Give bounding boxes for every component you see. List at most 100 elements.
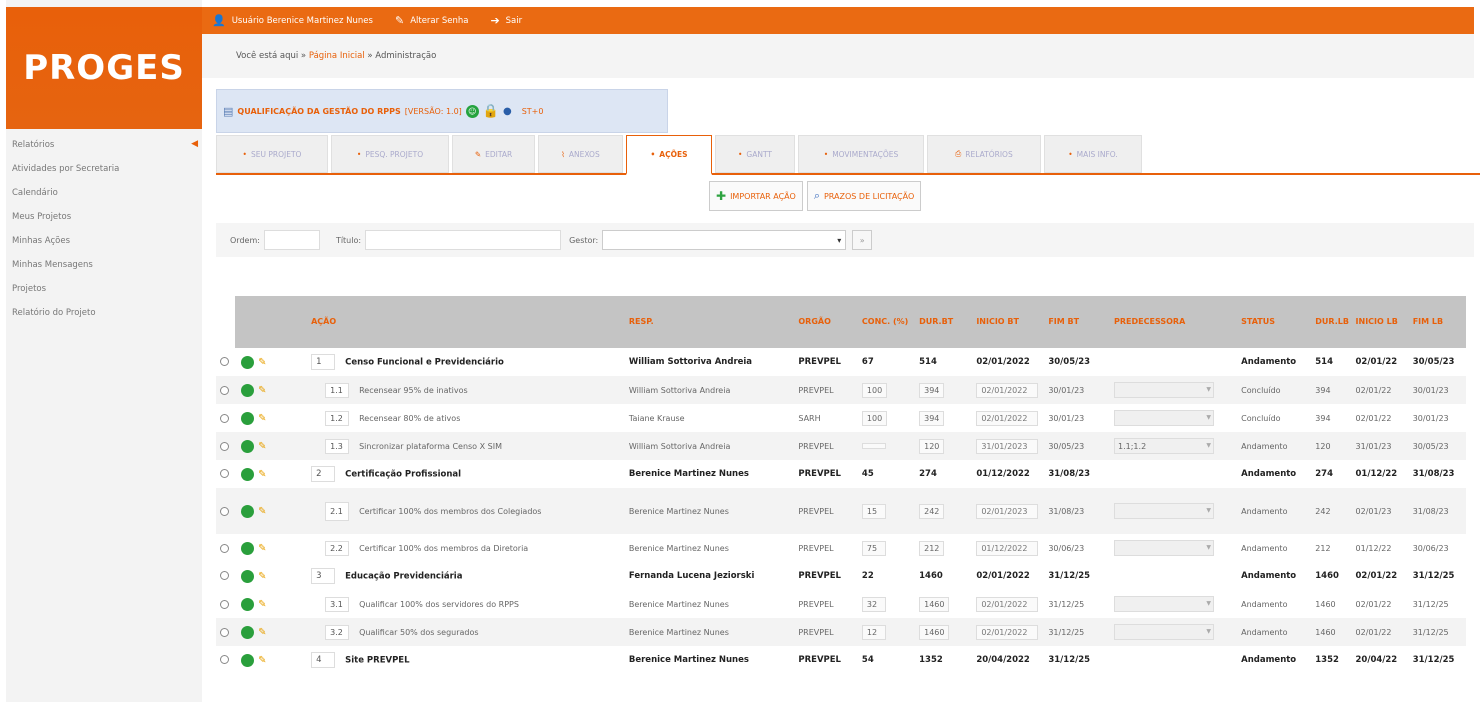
action-title[interactable]: Certificar 100% dos membros da Diretoria [359,544,528,553]
start-bt-input[interactable]: 02/01/2022 [976,382,1039,398]
action-row-child[interactable]: ✎ 1.2 Recensear 80% de ativos Taiane Krause… [216,404,1466,432]
status-ok-icon[interactable] [241,355,255,369]
action-order-input[interactable]: 3.2 [325,624,350,640]
action-title[interactable]: Qualificar 100% dos servidores do RPPS [359,600,519,609]
start-bt-input[interactable]: 02/01/2022 [976,410,1039,426]
conc-input[interactable] [861,442,886,449]
header-predecessor[interactable]: PREDECESSORA [1110,296,1238,348]
status-ok-icon[interactable] [241,653,255,667]
action-title[interactable]: Certificação Profissional [345,470,461,480]
logo[interactable]: PROGES [6,7,202,129]
bidding-deadlines-button[interactable]: ⌕ PRAZOS DE LICITAÇÃO [806,181,922,211]
sidebar-item-projetos[interactable]: Projetos [6,277,202,301]
action-order-input[interactable]: 1 [311,354,336,370]
tab-gantt[interactable]: • GANTT [715,135,795,173]
dur-bt-input[interactable]: 212 [919,540,945,556]
action-order-input[interactable]: 3.1 [325,596,350,612]
action-row-parent[interactable]: ✎ 4 Site PREVPEL Berenice Martinez Nunes PRE… [216,646,1466,674]
dur-bt-input[interactable]: 1460 [919,624,950,640]
tab-seu-projeto[interactable]: • SEU PROJETO [216,135,328,173]
action-order-input[interactable]: 3 [311,568,336,584]
action-title[interactable]: Censo Funcional e Previdenciário [345,358,504,368]
status-ok-icon[interactable] [241,504,255,518]
predecessor-select[interactable]: ▼ [1114,410,1215,426]
start-bt-input[interactable]: 02/01/2022 [976,624,1039,640]
start-bt-input[interactable]: 02/01/2023 [976,503,1039,519]
conc-input[interactable]: 12 [861,624,886,640]
status-ok-icon[interactable] [241,625,255,639]
header-organ[interactable]: ORGÃO [794,296,858,348]
conc-input[interactable]: 100 [861,382,888,398]
tab-mais-info[interactable]: • MAIS INFO. [1044,135,1142,173]
dur-bt-input[interactable]: 242 [919,503,945,519]
user-link[interactable]: 👤 Usuário Berenice Martinez Nunes [212,14,373,27]
action-title[interactable]: Qualificar 50% dos segurados [359,628,478,637]
sidebar-item-relatorio-projeto[interactable]: Relatório do Projeto [6,301,202,325]
tab-acoes[interactable]: • AÇÕES [626,135,712,175]
tab-movimentacoes[interactable]: • MOVIMENTAÇÕES [798,135,924,173]
order-input[interactable] [263,230,320,250]
predecessor-select[interactable]: ▼ [1114,540,1215,556]
row-radio[interactable] [220,543,229,553]
status-ok-icon[interactable] [241,439,255,453]
conc-input[interactable]: 32 [861,596,886,612]
predecessor-select[interactable]: ▼ [1114,596,1215,612]
sidebar-item-minhas-mensagens[interactable]: Minhas Mensagens [6,253,202,277]
filter-go-button[interactable]: » [852,230,873,250]
action-row-child[interactable]: ✎ 3.1 Qualificar 100% dos servidores do RP… [216,590,1466,618]
action-title[interactable]: Sincronizar plataforma Censo X SIM [359,442,502,451]
action-order-input[interactable]: 2 [311,466,336,482]
change-password-link[interactable]: ✎ Alterar Senha [395,14,468,27]
action-order-input[interactable]: 2.2 [325,540,350,556]
start-bt-input[interactable]: 31/01/2023 [976,438,1039,454]
header-start-lb[interactable]: INICIO LB [1351,296,1409,348]
predecessor-select[interactable]: ▼ [1114,382,1215,398]
conc-input[interactable]: 100 [861,410,888,426]
action-row-parent[interactable]: ✎ 2 Certificação Profissional Berenice Mart… [216,460,1466,488]
sidebar-item-calendario[interactable]: Calendário [6,181,202,205]
predecessor-select[interactable]: ▼ [1114,624,1215,640]
row-radio[interactable] [220,571,229,580]
action-row-child[interactable]: ✎ 2.2 Certificar 100% dos membros da Diret… [216,534,1466,562]
edit-icon[interactable]: ✎ [258,441,266,452]
action-title[interactable]: Educação Previdenciária [345,572,462,582]
action-row-child[interactable]: ✎ 1.1 Recensear 95% de inativos William Sot… [216,376,1466,404]
start-bt-input[interactable]: 01/12/2022 [976,540,1039,556]
edit-icon[interactable]: ✎ [258,627,266,638]
tab-editar[interactable]: ✎ EDITAR [452,135,535,173]
status-ok-icon[interactable] [241,569,255,583]
action-order-input[interactable]: 1.1 [325,382,350,398]
edit-icon[interactable]: ✎ [258,469,266,480]
action-row-child[interactable]: ✎ 3.2 Qualificar 50% dos segurados Berenice… [216,618,1466,646]
header-end-lb[interactable]: FIM LB [1408,296,1466,348]
tab-anexos[interactable]: ⌇ ANEXOS [538,135,623,173]
action-order-input[interactable]: 1.2 [325,410,350,426]
edit-icon[interactable]: ✎ [258,655,266,666]
header-action[interactable]: AÇÃO [307,296,625,348]
header-start-bt[interactable]: INICIO BT [972,296,1045,348]
lock-icon[interactable]: 🔒 [483,104,499,119]
action-row-child[interactable]: ✎ 2.1 Certificar 100% dos membros dos Cole… [216,488,1466,534]
edit-icon[interactable]: ✎ [258,506,266,517]
action-title[interactable]: Certificar 100% dos membros dos Colegiad… [359,507,541,516]
action-row-parent[interactable]: ✎ 1 Censo Funcional e Previdenciário Willia… [216,348,1466,376]
status-ok-icon[interactable] [241,597,255,611]
row-radio[interactable] [220,357,229,366]
import-action-button[interactable]: ✚ IMPORTAR AÇÃO [709,181,803,211]
action-order-input[interactable]: 4 [311,652,336,668]
dur-bt-input[interactable]: 394 [919,410,945,426]
sidebar-item-atividades[interactable]: Atividades por Secretaria [6,157,202,181]
logout-link[interactable]: ➔ Sair [490,14,522,27]
action-order-input[interactable]: 2.1 [325,501,350,521]
manager-select[interactable]: ▾ [602,230,847,250]
action-title[interactable]: Recensear 95% de inativos [359,386,468,395]
row-radio[interactable] [220,627,229,637]
dur-bt-input[interactable]: 394 [919,382,945,398]
row-radio[interactable] [220,441,229,451]
edit-icon[interactable]: ✎ [258,357,266,368]
header-dur-lb[interactable]: DUR.LB [1311,296,1352,348]
info-icon[interactable]: ● [503,106,512,117]
status-ok-icon[interactable] [241,467,255,481]
edit-icon[interactable]: ✎ [258,385,266,396]
conc-input[interactable]: 15 [861,503,886,519]
